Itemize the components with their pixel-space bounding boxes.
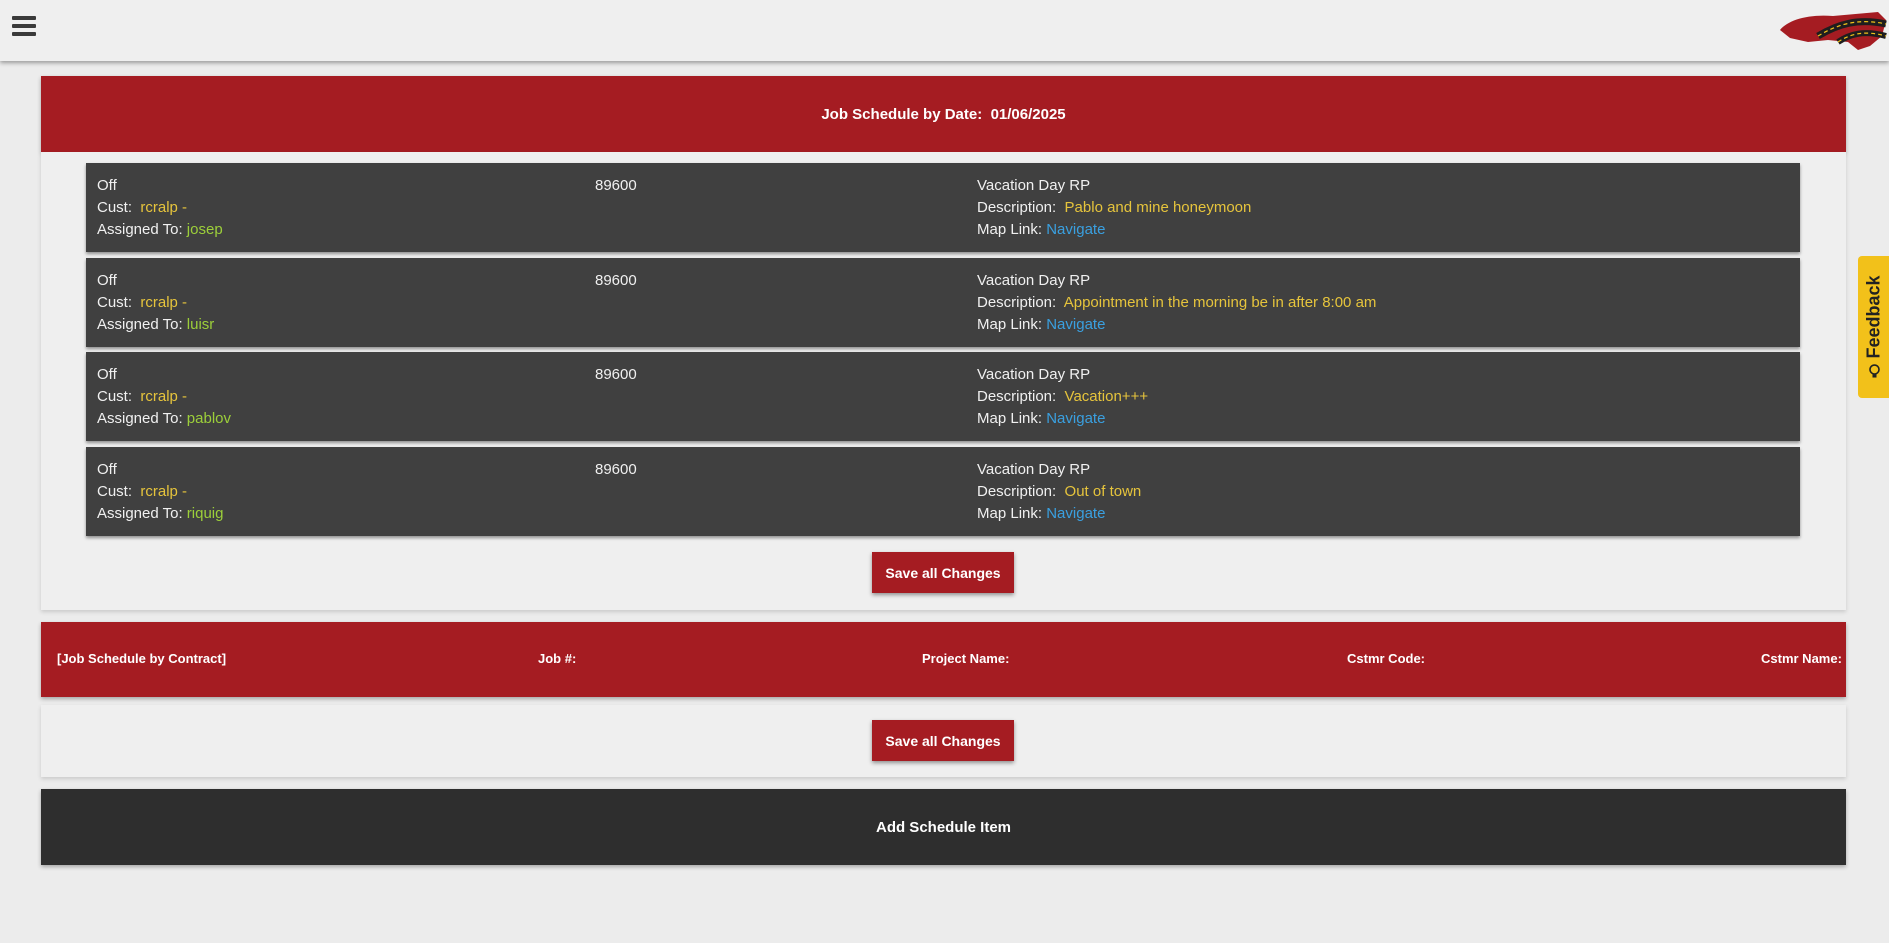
assigned-label: Assigned To: xyxy=(97,505,183,522)
item-right-column: Vacation Day RP Description: Out of town… xyxy=(977,459,1141,525)
feedback-content: Feedback xyxy=(1863,275,1884,378)
item-left-column: Off Cust: rcralp - Assigned To: josep xyxy=(97,175,223,241)
cust-label: Cust: xyxy=(97,294,133,311)
schedule-item[interactable]: Off Cust: rcralp - Assigned To: josep 89… xyxy=(86,163,1800,252)
schedule-item[interactable]: Off Cust: rcralp - Assigned To: riquig 8… xyxy=(86,447,1800,536)
item-cust-row: Cust: rcralp - xyxy=(97,481,223,503)
item-title: Vacation Day RP xyxy=(977,461,1091,478)
map-label: Map Link: xyxy=(977,316,1043,333)
description-label: Description: xyxy=(977,294,1057,311)
item-description-row: Description: Appointment in the morning … xyxy=(977,292,1376,314)
item-assigned-row: Assigned To: pablov xyxy=(97,408,231,430)
job-number-label: Job #: xyxy=(538,651,577,666)
add-schedule-item-button[interactable]: Add Schedule Item xyxy=(41,789,1846,865)
item-assigned: luisr xyxy=(186,316,215,333)
navigate-link[interactable]: Navigate xyxy=(1046,316,1105,333)
item-job-number: 89600 xyxy=(595,272,637,289)
item-assigned: riquig xyxy=(186,505,224,522)
cust-label: Cust: xyxy=(97,483,133,500)
top-bar xyxy=(0,0,1889,61)
item-status: Off xyxy=(97,177,117,194)
schedule-item[interactable]: Off Cust: rcralp - Assigned To: luisr 89… xyxy=(86,258,1800,347)
contract-list: Save all Changes xyxy=(41,705,1846,777)
item-cust-row: Cust: rcralp - xyxy=(97,292,214,314)
item-description-row: Description: Vacation+++ xyxy=(977,386,1148,408)
item-description: Out of town xyxy=(1064,483,1142,500)
item-cust: rcralp - xyxy=(140,199,188,216)
road-logo-icon[interactable] xyxy=(1778,6,1888,54)
schedule-list: Off Cust: rcralp - Assigned To: josep 89… xyxy=(41,152,1846,610)
map-label: Map Link: xyxy=(977,221,1043,238)
assigned-label: Assigned To: xyxy=(97,221,183,238)
item-assigned-row: Assigned To: luisr xyxy=(97,314,214,336)
description-label: Description: xyxy=(977,199,1057,216)
item-description: Appointment in the morning be in after 8… xyxy=(1063,294,1377,311)
item-map-row: Map Link: Navigate xyxy=(977,314,1376,336)
item-status: Off xyxy=(97,461,117,478)
item-map-row: Map Link: Navigate xyxy=(977,408,1148,430)
item-status: Off xyxy=(97,366,117,383)
assigned-label: Assigned To: xyxy=(97,410,183,427)
item-map-row: Map Link: Navigate xyxy=(977,219,1251,241)
item-job-number: 89600 xyxy=(595,461,637,478)
project-name-label: Project Name: xyxy=(922,651,1010,666)
item-title: Vacation Day RP xyxy=(977,177,1091,194)
item-map-row: Map Link: Navigate xyxy=(977,503,1141,525)
item-cust-row: Cust: rcralp - xyxy=(97,386,231,408)
cust-label: Cust: xyxy=(97,199,133,216)
item-description: Pablo and mine honeymoon xyxy=(1064,199,1252,216)
lightbulb-icon xyxy=(1868,364,1879,378)
item-title: Vacation Day RP xyxy=(977,272,1091,289)
map-label: Map Link: xyxy=(977,410,1043,427)
item-job-number: 89600 xyxy=(595,366,637,383)
hamburger-icon[interactable] xyxy=(12,16,36,38)
contract-title[interactable]: [Job Schedule by Contract] xyxy=(57,651,226,666)
item-cust-row: Cust: rcralp - xyxy=(97,197,223,219)
schedule-date-header: Job Schedule by Date: 01/06/2025 xyxy=(41,76,1846,152)
schedule-date: 01/06/2025 xyxy=(990,105,1066,123)
description-label: Description: xyxy=(977,388,1057,405)
assigned-label: Assigned To: xyxy=(97,316,183,333)
cust-label: Cust: xyxy=(97,388,133,405)
feedback-tab[interactable]: Feedback xyxy=(1858,256,1889,398)
item-right-column: Vacation Day RP Description: Appointment… xyxy=(977,270,1376,336)
item-cust: rcralp - xyxy=(140,294,188,311)
item-description-row: Description: Out of town xyxy=(977,481,1141,503)
schedule-title-label: Job Schedule by Date: xyxy=(821,105,983,123)
item-left-column: Off Cust: rcralp - Assigned To: luisr xyxy=(97,270,214,336)
item-description-row: Description: Pablo and mine honeymoon xyxy=(977,197,1251,219)
navigate-link[interactable]: Navigate xyxy=(1046,410,1105,427)
item-assigned: pablov xyxy=(186,410,231,427)
item-right-column: Vacation Day RP Description: Vacation+++… xyxy=(977,364,1148,430)
item-cust: rcralp - xyxy=(140,483,188,500)
contract-header: [Job Schedule by Contract] Job #: Projec… xyxy=(41,622,1846,697)
item-assigned-row: Assigned To: josep xyxy=(97,219,223,241)
item-left-column: Off Cust: rcralp - Assigned To: pablov xyxy=(97,364,231,430)
add-schedule-item-label: Add Schedule Item xyxy=(875,818,1012,836)
map-label: Map Link: xyxy=(977,505,1043,522)
item-description: Vacation+++ xyxy=(1064,388,1149,405)
save-all-changes-button-contract[interactable]: Save all Changes xyxy=(872,720,1014,761)
cstmr-name-label: Cstmr Name: xyxy=(1761,651,1842,666)
description-label: Description: xyxy=(977,483,1057,500)
cstmr-code-label: Cstmr Code: xyxy=(1347,651,1426,666)
item-title: Vacation Day RP xyxy=(977,366,1091,383)
save-all-changes-button[interactable]: Save all Changes xyxy=(872,552,1014,593)
feedback-label: Feedback xyxy=(1863,275,1883,359)
item-left-column: Off Cust: rcralp - Assigned To: riquig xyxy=(97,459,223,525)
item-assigned: josep xyxy=(186,221,223,238)
item-cust: rcralp - xyxy=(140,388,188,405)
item-right-column: Vacation Day RP Description: Pablo and m… xyxy=(977,175,1251,241)
item-status: Off xyxy=(97,272,117,289)
schedule-item[interactable]: Off Cust: rcralp - Assigned To: pablov 8… xyxy=(86,352,1800,441)
navigate-link[interactable]: Navigate xyxy=(1046,505,1105,522)
item-job-number: 89600 xyxy=(595,177,637,194)
navigate-link[interactable]: Navigate xyxy=(1046,221,1105,238)
item-assigned-row: Assigned To: riquig xyxy=(97,503,223,525)
